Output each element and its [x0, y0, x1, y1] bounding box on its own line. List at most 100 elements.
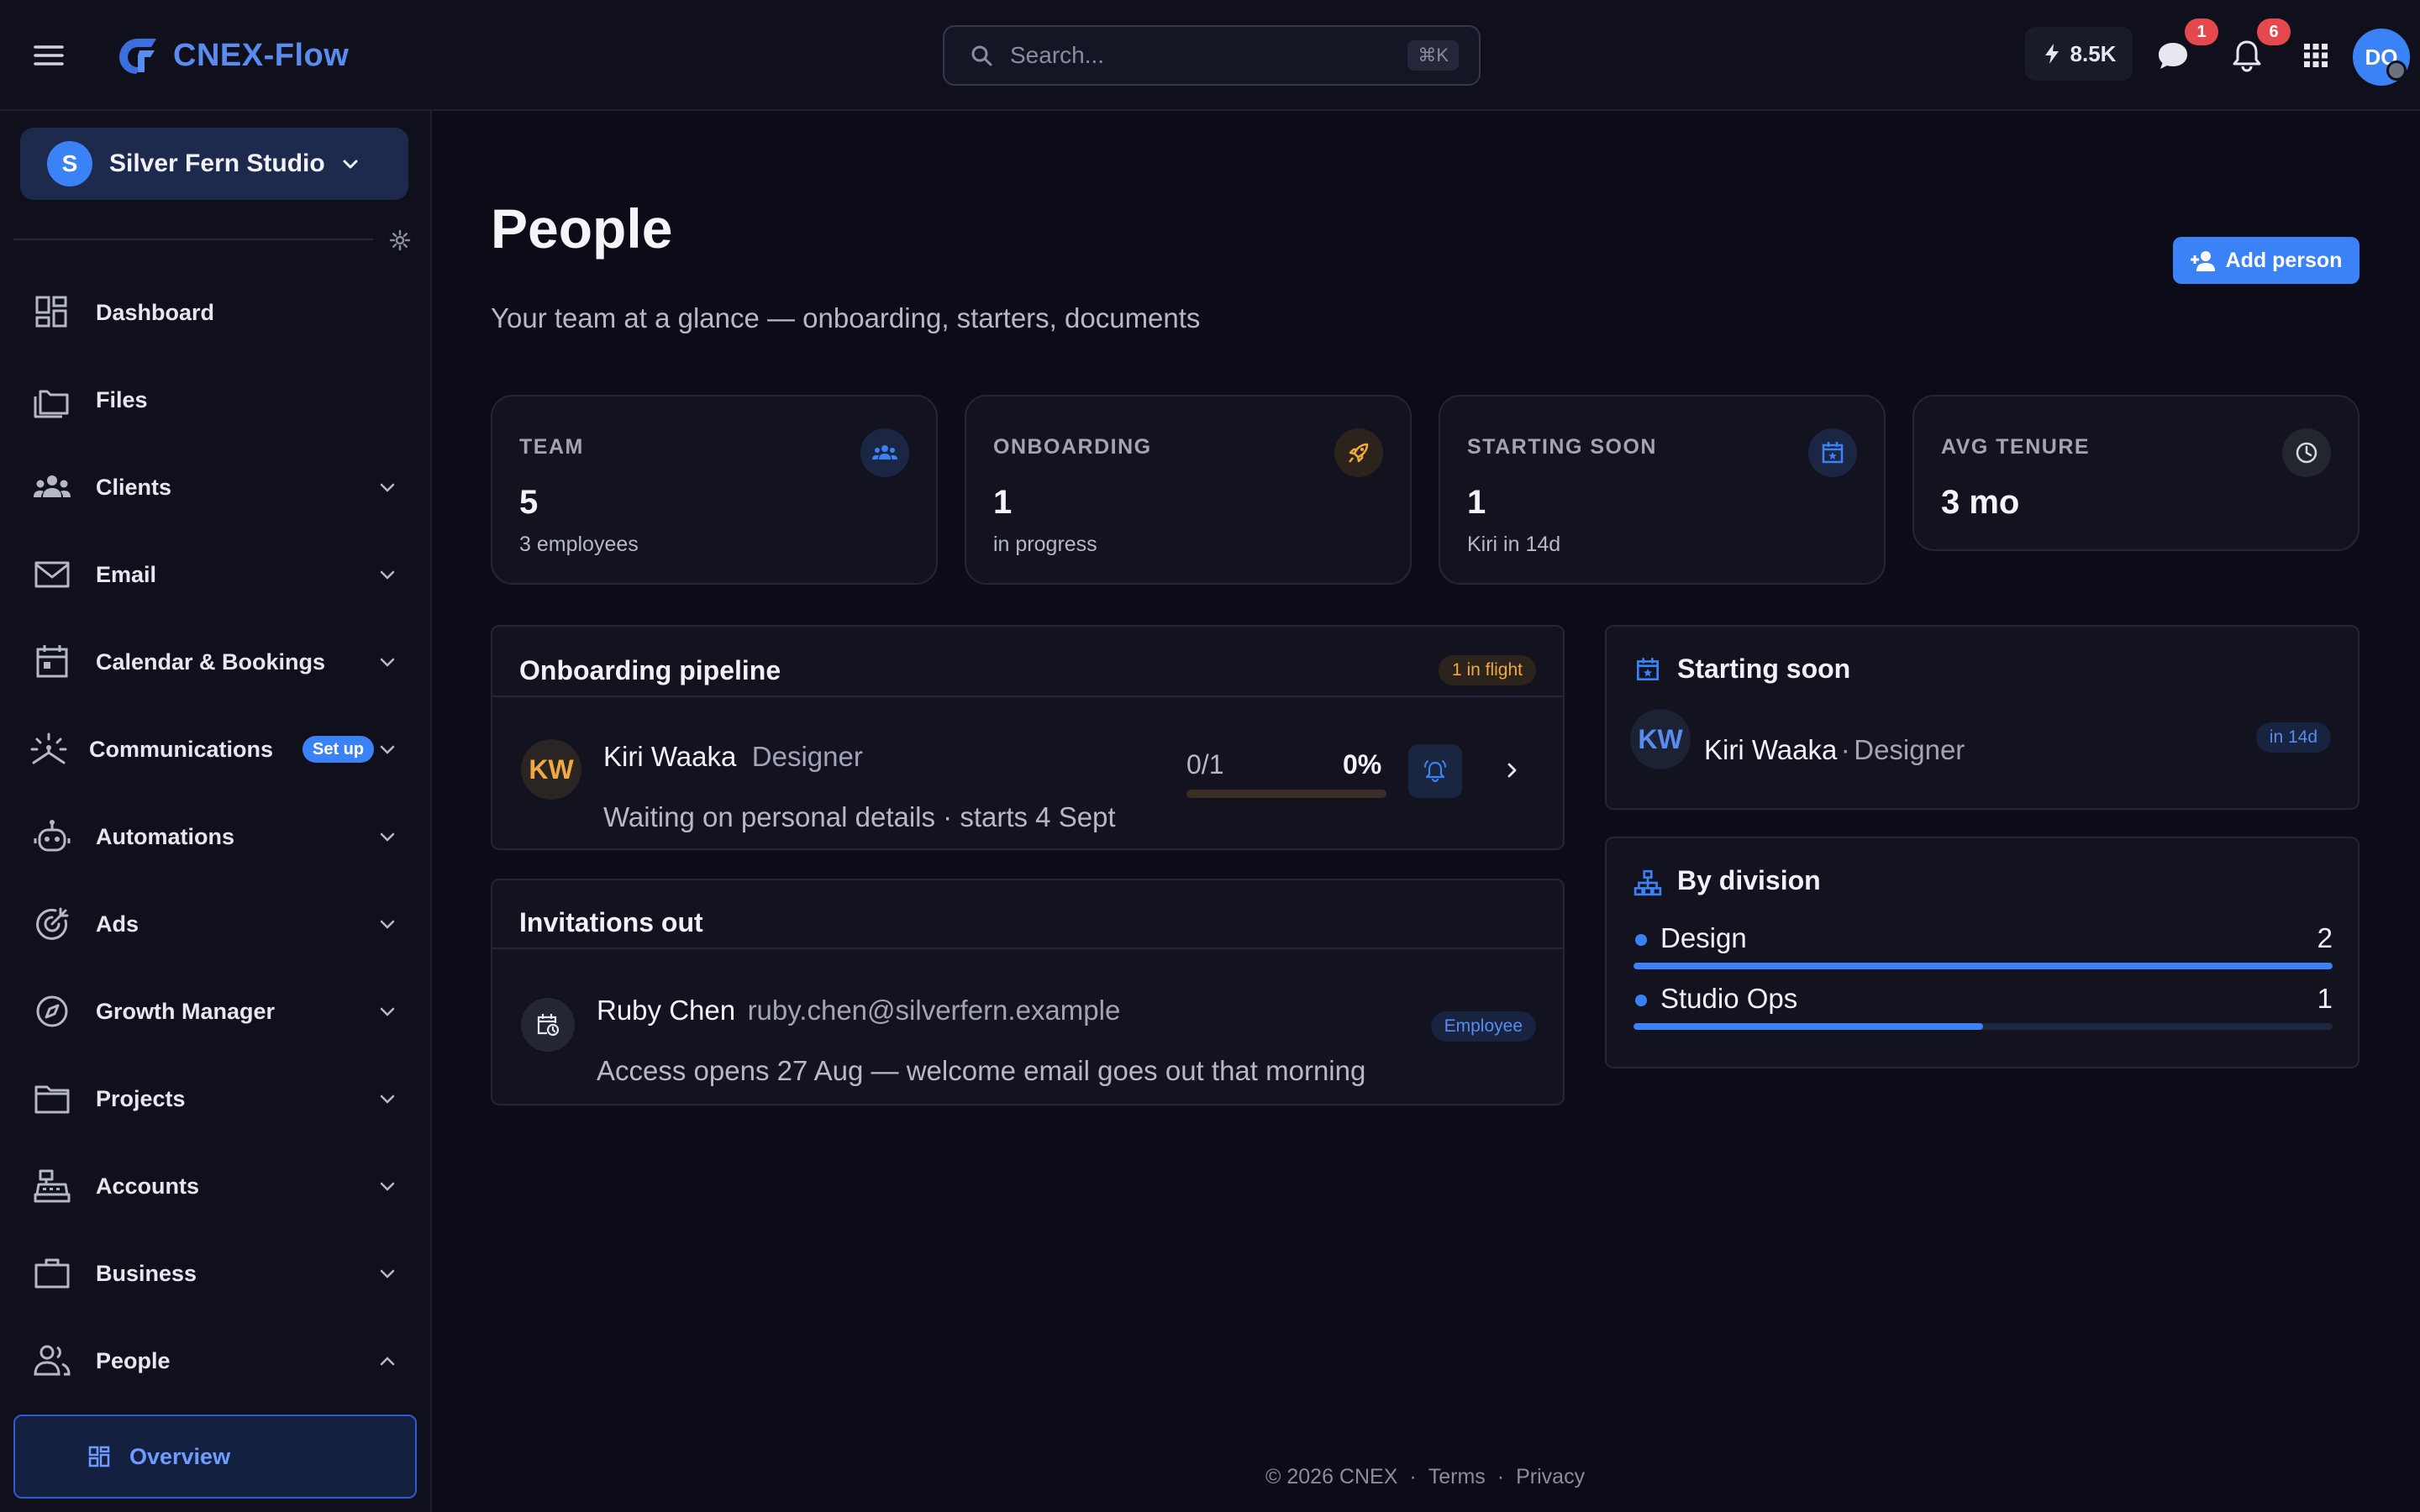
robot-icon [34, 820, 71, 852]
remind-button[interactable] [1408, 744, 1462, 798]
top-bar: CNEX-Flow ⌘K 8.5K 1 6 DO [0, 0, 2420, 111]
stat-sub: in progress [993, 533, 1097, 556]
division-dot [1635, 934, 1647, 946]
sidebar-item-label: Clients [96, 474, 172, 500]
invitation-meta: Access opens 27 Aug — welcome email goes… [597, 1055, 1366, 1086]
stat-value: 1 [993, 484, 1013, 521]
page-subtitle: Your team at a glance — onboarding, star… [491, 302, 1201, 333]
workspace-switcher[interactable]: S Silver Fern Studio [20, 128, 408, 200]
chevron-right-icon[interactable] [1501, 759, 1523, 781]
sidebar-item-label: Automations [96, 823, 234, 849]
folder-icon [34, 1085, 70, 1114]
starting-person[interactable]: Kiri Waaka · Designer [1704, 734, 1965, 766]
chevron-down-icon [343, 160, 358, 169]
sidebar-item-label: Dashboard [96, 299, 215, 325]
panel-title: Starting soon [1677, 654, 1851, 684]
sidebar-item-ads[interactable]: Ads [0, 880, 432, 968]
pipeline-person[interactable]: Kiri Waaka Designer [603, 741, 863, 773]
sidebar-item-growth-manager[interactable]: Growth Manager [0, 968, 432, 1055]
sidebar-subitem-overview[interactable]: Overview [13, 1415, 417, 1499]
division-dot [1635, 995, 1647, 1006]
sidebar-item-calendar-bookings[interactable]: Calendar & Bookings [0, 618, 432, 706]
sidebar-item-projects[interactable]: Projects [0, 1055, 432, 1142]
start-eta-badge: in 14d [2255, 722, 2331, 753]
privacy-link[interactable]: Privacy [1516, 1465, 1585, 1489]
division-bar [1634, 963, 2333, 969]
presence-indicator [2386, 60, 2407, 81]
calendar-star-icon [1636, 658, 1660, 681]
sidebar-item-label: Projects [96, 1085, 186, 1111]
dashboard-icon [35, 296, 67, 328]
bell-icon[interactable] [2228, 37, 2265, 74]
stat-sub: 3 employees [519, 533, 639, 556]
sidebar-item-business[interactable]: Business [0, 1230, 432, 1317]
sidebar-item-email[interactable]: Email [0, 531, 432, 618]
sidebar-item-label: Ads [96, 911, 139, 937]
menu-icon[interactable] [32, 39, 66, 72]
team-icon [860, 428, 909, 477]
sidebar-item-label: Growth Manager [96, 998, 276, 1024]
apps-grid-icon[interactable] [2297, 37, 2334, 74]
footer-separator: · [1497, 1465, 1505, 1488]
chevron-down-icon [380, 832, 395, 842]
search-box[interactable]: ⌘K [943, 25, 1481, 86]
person-meta: Waiting on personal details · starts 4 S… [603, 801, 1116, 832]
person-role: Designer [751, 741, 863, 772]
invitation-person[interactable]: Ruby Chen ruby.chen@silverfern.example [597, 995, 1120, 1026]
stat-value: 1 [1467, 484, 1486, 521]
people-icon [34, 1345, 71, 1376]
search-icon [971, 45, 992, 66]
division-bar [1634, 1023, 2333, 1030]
terms-link[interactable]: Terms [1428, 1465, 1486, 1489]
notifications-badge: 6 [2257, 18, 2291, 45]
chevron-down-icon [380, 483, 395, 492]
target-icon [36, 907, 69, 940]
sidebar-item-files[interactable]: Files [0, 356, 432, 444]
chevron-down-icon [380, 1095, 395, 1104]
invitations-panel: Invitations out Ruby Chen ruby.chen@silv… [491, 879, 1565, 1105]
communications-icon [30, 732, 67, 764]
sidebar-item-automations[interactable]: Automations [0, 793, 432, 880]
progress-bar [1186, 790, 1386, 798]
person-name: Kiri Waaka [1704, 734, 1838, 765]
sidebar-subitem-label: Overview [129, 1443, 231, 1469]
footer-separator: · [1409, 1465, 1417, 1488]
panel-title: Invitations out [519, 907, 703, 937]
sidebar-item-dashboard[interactable]: Dashboard [0, 269, 432, 356]
clock-icon [2282, 428, 2331, 477]
stat-label: STARTING SOON [1467, 435, 1657, 459]
sidebar-item-people[interactable]: People [0, 1317, 432, 1404]
calendar-clock-icon [521, 998, 575, 1052]
gear-icon[interactable] [388, 228, 412, 252]
stat-card-avg-tenure: AVG TENURE 3 mo [1912, 395, 2360, 551]
division-bar-fill [1634, 963, 2333, 969]
sidebar-item-communications[interactable]: Communications Set up [0, 706, 432, 793]
sidebar-item-accounts[interactable]: Accounts [0, 1142, 432, 1230]
app-logo[interactable]: CNEX-Flow [113, 34, 349, 77]
stat-sub: Kiri in 14d [1467, 533, 1561, 556]
progress-count: 0/1 [1186, 749, 1224, 780]
workspace-avatar: S [47, 141, 92, 186]
setup-badge[interactable]: Set up [302, 736, 375, 763]
avatar: KW [1630, 709, 1691, 769]
panel-title: Onboarding pipeline [519, 655, 781, 685]
sidebar-nav: Dashboard Files Clients Email Calendar &… [0, 269, 432, 1404]
credits-button[interactable]: 8.5K [2025, 27, 2133, 81]
chat-icon[interactable] [2154, 37, 2191, 74]
lightning-icon [2044, 44, 2059, 64]
progress-percent: 0% [1343, 749, 1382, 780]
grid-icon [88, 1446, 110, 1467]
workspace-name: Silver Fern Studio [109, 150, 325, 177]
logo-mark-icon [119, 39, 156, 74]
app-name: CNEX-Flow [173, 37, 350, 73]
stat-label: AVG TENURE [1941, 435, 2091, 459]
search-input[interactable] [1010, 37, 1380, 74]
clients-icon [34, 475, 71, 497]
add-person-label: Add person [2225, 248, 2343, 272]
bell-ring-icon [1424, 760, 1446, 783]
chevron-down-icon [380, 745, 395, 754]
sidebar-item-clients[interactable]: Clients [0, 444, 432, 531]
add-person-button[interactable]: Add person [2173, 237, 2360, 284]
chevron-down-icon [380, 1269, 395, 1278]
by-division-panel: By division Design 2 Studio Ops 1 [1605, 837, 2360, 1068]
